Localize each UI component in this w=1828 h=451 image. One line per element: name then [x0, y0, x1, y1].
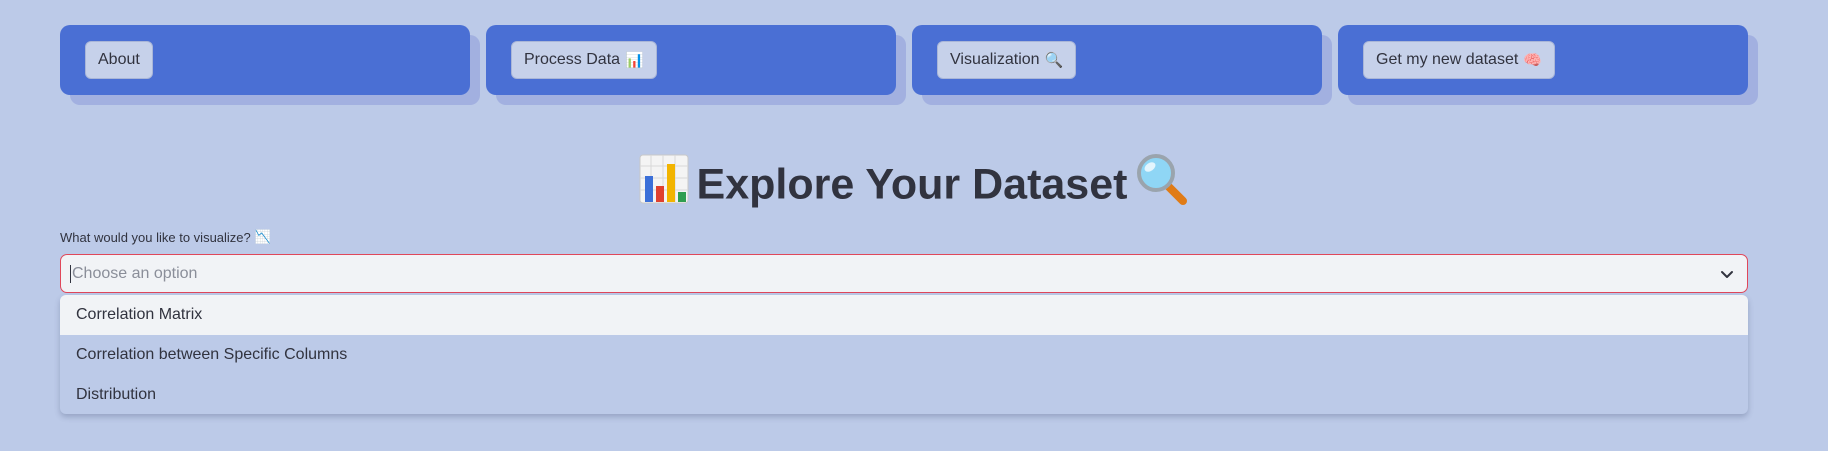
- option-correlation-matrix[interactable]: Correlation Matrix: [60, 295, 1748, 335]
- chevron-down-icon[interactable]: [1719, 266, 1735, 287]
- nav-card-new-dataset: Get my new dataset 🧠: [1338, 25, 1748, 95]
- visualization-button-label: Visualization: [950, 51, 1040, 68]
- option-correlation-specific-columns[interactable]: Correlation between Specific Columns: [60, 335, 1748, 375]
- nav-bar: About Process Data 📊 Visualization 🔍 Get…: [60, 25, 1748, 95]
- line-chart-icon: 📉: [254, 229, 271, 244]
- bar-chart-icon: 📊: [625, 51, 644, 69]
- nav-card-process-data: Process Data 📊: [486, 25, 896, 95]
- get-new-dataset-button[interactable]: Get my new dataset 🧠: [1363, 41, 1555, 79]
- process-data-button[interactable]: Process Data 📊: [511, 41, 657, 79]
- nav-card-about: About: [60, 25, 470, 95]
- about-button[interactable]: About: [85, 41, 153, 79]
- brain-icon: 🧠: [1523, 51, 1542, 69]
- visualize-select[interactable]: Choose an option: [60, 254, 1748, 293]
- text-cursor: [70, 264, 71, 283]
- get-new-dataset-button-label: Get my new dataset: [1376, 51, 1519, 68]
- magnifier-icon: [1135, 152, 1189, 222]
- magnifier-icon: 🔍: [1044, 51, 1064, 69]
- bar-chart-icon: [639, 154, 689, 220]
- page-title: Explore Your Dataset: [0, 152, 1828, 222]
- page-title-text: Explore Your Dataset: [696, 160, 1128, 209]
- option-distribution[interactable]: Distribution: [60, 375, 1748, 414]
- about-button-label: About: [98, 51, 140, 68]
- select-placeholder: Choose an option: [72, 264, 198, 282]
- visualize-select-label: What would you like to visualize? 📉: [60, 229, 271, 245]
- nav-card-visualization: Visualization 🔍: [912, 25, 1322, 95]
- select-dropdown-menu: Correlation Matrix Correlation between S…: [60, 295, 1748, 414]
- process-data-button-label: Process Data: [524, 51, 621, 68]
- visualization-button[interactable]: Visualization 🔍: [937, 41, 1077, 79]
- visualize-select-label-text: What would you like to visualize?: [60, 229, 251, 245]
